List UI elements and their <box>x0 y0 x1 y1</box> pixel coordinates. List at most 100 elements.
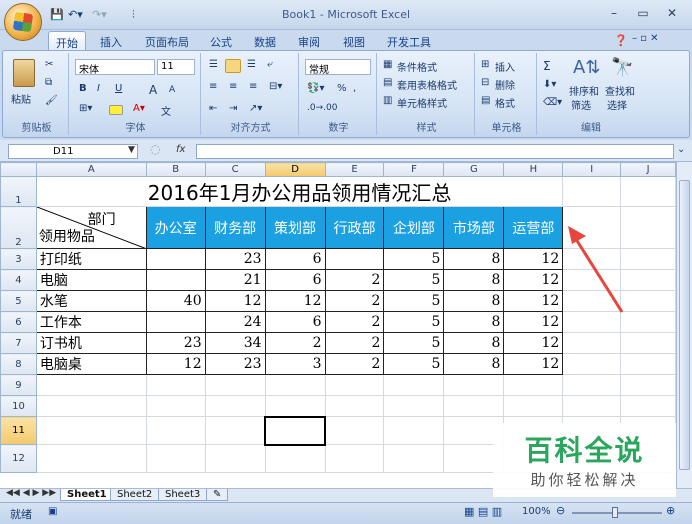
value-cell[interactable]: 8 <box>443 248 505 270</box>
value-cell[interactable]: 8 <box>443 332 505 354</box>
value-cell[interactable]: 23 <box>204 248 266 270</box>
tab-review[interactable]: 审阅 <box>291 31 327 50</box>
close-button[interactable]: ✕ <box>662 6 682 22</box>
column-header-e[interactable]: E <box>324 162 385 177</box>
value-cell[interactable]: 3 <box>264 353 326 375</box>
value-cell[interactable]: 12 <box>145 353 206 375</box>
shrink-font-button[interactable]: A <box>169 85 175 95</box>
value-cell[interactable]: 6 <box>264 248 326 270</box>
fill-color-icon[interactable] <box>109 105 123 115</box>
item-name-cell[interactable]: 工作本 <box>35 311 147 333</box>
new-sheet-icon[interactable]: ✎ <box>206 489 229 501</box>
value-cell[interactable]: 12 <box>503 290 564 312</box>
column-header-b[interactable]: B <box>145 162 206 177</box>
dept-header[interactable]: 行政部 <box>324 206 385 249</box>
dept-header[interactable]: 运营部 <box>503 206 564 249</box>
find-select-label[interactable]: 查找和 <box>605 83 635 98</box>
italic-button[interactable]: I <box>97 83 100 94</box>
insert-function-button[interactable]: fx <box>176 144 185 155</box>
tab-page-layout[interactable]: 页面布局 <box>138 31 196 50</box>
dept-header[interactable]: 策划部 <box>264 206 326 249</box>
row-header-10[interactable]: 10 <box>0 395 37 417</box>
value-cell[interactable]: 23 <box>204 353 266 375</box>
macro-record-icon[interactable]: ▣ <box>48 506 57 517</box>
comma-button[interactable]: , <box>353 83 356 94</box>
value-cell[interactable]: 12 <box>503 353 564 375</box>
wrap-text-icon[interactable]: ⤶ <box>267 59 273 70</box>
value-cell[interactable]: 5 <box>383 248 445 270</box>
format-cells-button[interactable]: 格式 <box>495 95 515 110</box>
currency-icon[interactable]: 💱▾ <box>307 83 324 94</box>
value-cell[interactable]: 8 <box>443 311 505 333</box>
value-cell[interactable]: 5 <box>383 332 445 354</box>
find-select-label-2[interactable]: 选择 <box>607 97 627 112</box>
name-box[interactable]: D11 <box>8 144 138 159</box>
sheet-tab-3[interactable]: Sheet3 <box>158 489 208 501</box>
row-header-8[interactable]: 8 <box>0 353 37 375</box>
merge-center-icon[interactable]: ⊟▾ <box>269 81 282 92</box>
office-button[interactable] <box>4 3 42 41</box>
row-header-4[interactable]: 4 <box>0 269 37 291</box>
value-cell[interactable]: 12 <box>503 248 564 270</box>
row-header-5[interactable]: 5 <box>0 290 37 312</box>
row-header-2[interactable]: 2 <box>0 206 37 249</box>
value-cell[interactable]: 34 <box>204 332 266 354</box>
value-cell[interactable]: 5 <box>383 311 445 333</box>
tab-data[interactable]: 数据 <box>247 31 283 50</box>
row-header-1[interactable]: 1 <box>0 176 37 207</box>
value-cell[interactable]: 12 <box>264 290 326 312</box>
ribbon-minimize-icon[interactable]: – ▫ ✕ <box>632 33 659 44</box>
value-cell[interactable]: 2 <box>264 332 326 354</box>
name-box-dropdown-icon[interactable]: ▼ <box>128 145 135 155</box>
diagonal-header-cell[interactable]: 部门 领用物品 <box>35 206 147 249</box>
cell[interactable] <box>562 176 622 207</box>
paste-icon[interactable] <box>13 59 35 87</box>
column-header-a[interactable]: A <box>35 162 147 177</box>
column-header-g[interactable]: G <box>443 162 505 177</box>
orientation-icon[interactable]: ↗▾ <box>249 103 262 114</box>
zoom-out-icon[interactable]: ⊖ <box>556 504 565 517</box>
cell[interactable] <box>620 176 676 207</box>
number-format-select[interactable]: 常规 <box>305 59 371 76</box>
value-cell[interactable]: 40 <box>145 290 206 312</box>
find-select-icon[interactable]: 🔭 <box>611 57 633 78</box>
function-cancel-icon[interactable]: ◌ <box>150 142 160 156</box>
conditional-format-icon[interactable]: ▦ <box>383 59 392 70</box>
view-normal-icon[interactable]: ▦ ▤ ▥ <box>464 505 502 518</box>
dept-header[interactable]: 企划部 <box>383 206 445 249</box>
zoom-slider-thumb[interactable] <box>612 507 618 518</box>
grow-font-button[interactable]: A <box>149 83 157 97</box>
value-cell[interactable]: 12 <box>503 332 564 354</box>
row-header-12[interactable]: 12 <box>0 444 37 473</box>
value-cell[interactable]: 8 <box>443 290 505 312</box>
autosum-button[interactable]: Σ <box>543 59 551 73</box>
tab-insert[interactable]: 插入 <box>93 31 129 50</box>
value-cell[interactable]: 2 <box>324 353 385 375</box>
active-cell-d11[interactable] <box>264 415 327 446</box>
row-header-9[interactable]: 9 <box>0 374 37 396</box>
value-cell[interactable]: 6 <box>264 269 326 291</box>
column-header-i[interactable]: I <box>562 162 622 177</box>
value-cell[interactable] <box>145 269 206 291</box>
value-cell[interactable]: 2 <box>324 332 385 354</box>
cell[interactable] <box>620 353 676 375</box>
underline-button[interactable]: U <box>115 83 122 94</box>
value-cell[interactable] <box>145 311 206 333</box>
cell[interactable] <box>562 353 622 375</box>
value-cell[interactable]: 23 <box>145 332 206 354</box>
column-header-f[interactable]: F <box>383 162 445 177</box>
cell[interactable] <box>562 332 622 354</box>
value-cell[interactable] <box>324 248 385 270</box>
item-name-cell[interactable]: 水笔 <box>35 290 147 312</box>
item-name-cell[interactable]: 打印纸 <box>35 248 147 270</box>
increase-indent-icon[interactable]: ⇥ <box>229 103 237 114</box>
value-cell[interactable] <box>145 248 206 270</box>
insert-cells-icon[interactable]: ⊞ <box>481 59 489 70</box>
column-header-h[interactable]: H <box>503 162 564 177</box>
row-header-7[interactable]: 7 <box>0 332 37 354</box>
dept-header[interactable]: 市场部 <box>443 206 505 249</box>
delete-cells-icon[interactable]: ⊟ <box>481 77 489 88</box>
clear-icon[interactable]: ⌫▾ <box>543 97 562 108</box>
cell-styles-icon[interactable]: ▥ <box>383 95 392 106</box>
align-top-icon[interactable]: ☰ <box>209 59 218 70</box>
